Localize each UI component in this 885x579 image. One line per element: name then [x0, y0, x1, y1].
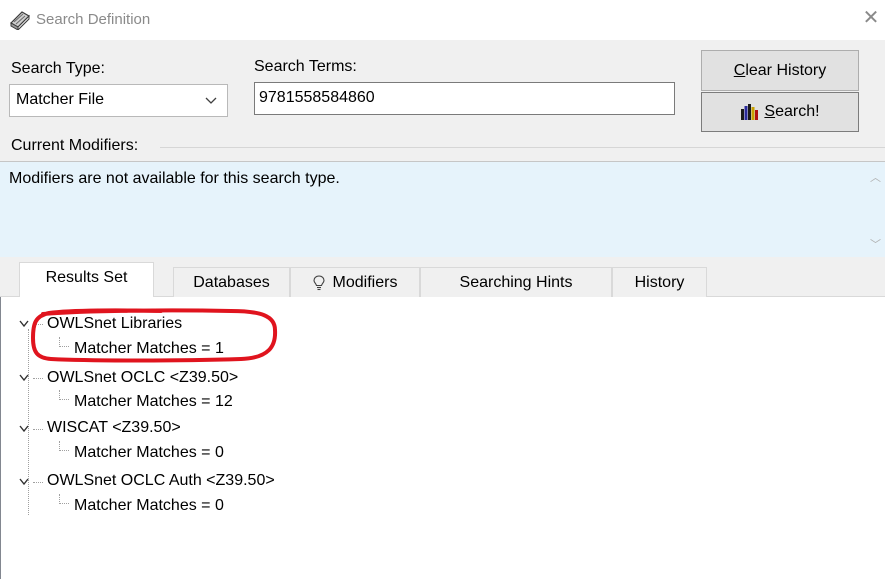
chevron-down-icon[interactable]: [18, 373, 30, 383]
tree-elbow: [59, 441, 69, 451]
results-tree[interactable]: OWLSnet Libraries Matcher Matches = 1 OW…: [0, 297, 885, 579]
modifiers-group-line: [160, 147, 885, 148]
modifiers-text: Modifiers are not available for this sea…: [9, 170, 340, 187]
chevron-down-icon[interactable]: [18, 319, 30, 329]
tab-results-set[interactable]: Results Set: [19, 262, 154, 298]
chevron-down-icon[interactable]: [18, 477, 30, 487]
scroll-up-icon[interactable]: ︿: [870, 169, 881, 185]
search-type-dropdown[interactable]: Matcher File: [9, 84, 228, 117]
tab-modifiers[interactable]: Modifiers: [290, 267, 420, 297]
tree-node-database[interactable]: WISCAT <Z39.50>: [47, 418, 181, 438]
tree-node-database[interactable]: OWLSnet OCLC <Z39.50>: [47, 368, 238, 388]
tab-databases[interactable]: Databases: [173, 267, 290, 297]
tree-node-matches[interactable]: Matcher Matches = 0: [74, 443, 224, 463]
title-bar: Search Definition ✕: [0, 0, 885, 40]
tree-branch: [33, 429, 43, 430]
tree-elbow: [59, 494, 69, 504]
current-modifiers-label: Current Modifiers:: [11, 137, 139, 154]
clear-history-label: Clear History: [733, 61, 827, 79]
search-terms-input[interactable]: [254, 82, 675, 115]
tree-elbow: [59, 390, 69, 400]
search-type-label: Search Type:: [11, 60, 105, 77]
chevron-down-icon[interactable]: [18, 424, 30, 434]
modifiers-scrollbar[interactable]: ︿ ﹀: [866, 162, 885, 258]
tree-branch: [33, 378, 43, 379]
clear-history-button[interactable]: Clear History: [701, 50, 859, 91]
close-icon[interactable]: ✕: [861, 6, 881, 30]
chevron-down-icon[interactable]: [200, 89, 222, 111]
highlight-annotation: [31, 308, 278, 363]
tree-node-matches[interactable]: Matcher Matches = 12: [74, 392, 233, 412]
search-button[interactable]: Search!: [701, 92, 859, 132]
tree-connector: [28, 329, 29, 515]
book-icon: [10, 11, 30, 30]
lightbulb-icon: [312, 274, 325, 290]
search-terms-label: Search Terms:: [254, 58, 357, 75]
books-icon: [741, 104, 759, 120]
scroll-down-icon[interactable]: ﹀: [870, 236, 881, 252]
tab-searching-hints[interactable]: Searching Hints: [420, 267, 612, 297]
tree-node-database[interactable]: OWLSnet OCLC Auth <Z39.50>: [47, 471, 275, 491]
search-type-value: Matcher File: [16, 91, 105, 108]
tab-history[interactable]: History: [612, 267, 707, 297]
modifiers-textbox[interactable]: Modifiers are not available for this sea…: [0, 161, 885, 257]
window-title: Search Definition: [36, 11, 151, 28]
search-label: Search!: [764, 103, 820, 120]
tree-node-matches[interactable]: Matcher Matches = 0: [74, 496, 224, 516]
tree-branch: [33, 482, 43, 483]
